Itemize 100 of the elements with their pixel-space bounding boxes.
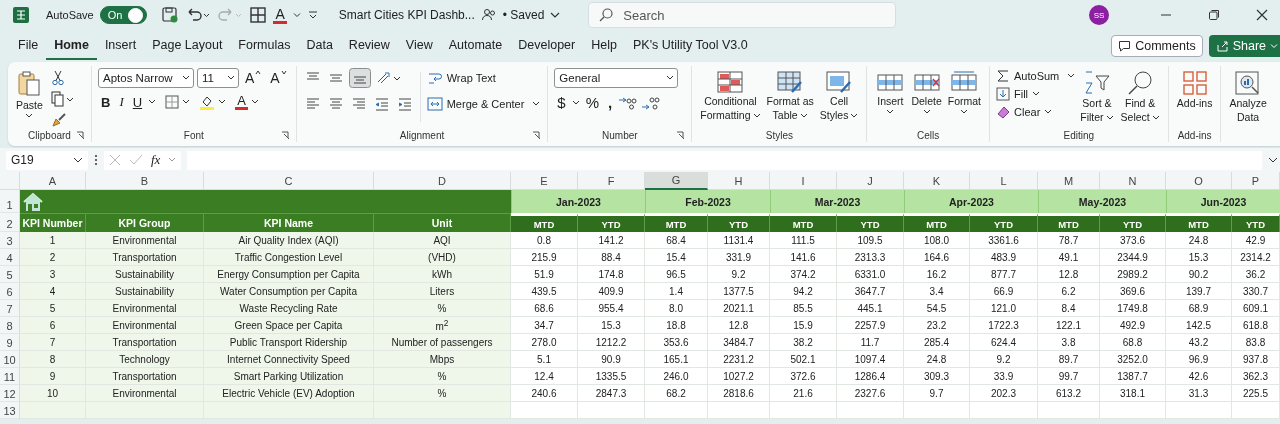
- number-format-field[interactable]: General: [554, 68, 679, 88]
- fill-color-icon[interactable]: [199, 94, 216, 110]
- expand-formula-icon[interactable]: [1268, 157, 1278, 163]
- column-header[interactable]: E: [511, 172, 578, 190]
- caret-icon[interactable]: [218, 99, 227, 105]
- row-number[interactable]: 11: [0, 368, 20, 385]
- cells-button[interactable]: Insert: [873, 68, 908, 117]
- close-icon[interactable]: [1256, 9, 1268, 21]
- caret-icon[interactable]: [148, 99, 157, 105]
- comments-button[interactable]: Comments: [1111, 35, 1203, 57]
- insert-function-button[interactable]: fx: [151, 152, 161, 168]
- analyze-data-button[interactable]: Analyze Data: [1227, 68, 1269, 126]
- font-name-field[interactable]: Aptos Narrow: [98, 68, 194, 88]
- row-number[interactable]: 6: [0, 283, 20, 300]
- check-icon[interactable]: [129, 154, 143, 166]
- find-select-button[interactable]: Find & Select: [1118, 68, 1162, 126]
- share-button[interactable]: Share: [1208, 35, 1280, 57]
- wrap-text-button[interactable]: Wrap Text: [425, 68, 542, 88]
- column-header[interactable]: F: [578, 172, 645, 190]
- name-box[interactable]: G19: [6, 150, 88, 170]
- percent-button[interactable]: %: [582, 94, 603, 111]
- scissors-icon[interactable]: [50, 70, 65, 86]
- row-number[interactable]: 10: [0, 351, 20, 368]
- clear-button[interactable]: Clear: [996, 104, 1076, 120]
- styles-button[interactable]: Format as Table: [764, 68, 816, 124]
- menu-tab[interactable]: Review: [340, 32, 398, 60]
- column-header[interactable]: L: [970, 172, 1038, 190]
- save-status[interactable]: • Saved: [502, 8, 545, 22]
- people-icon[interactable]: [480, 7, 497, 23]
- row-number[interactable]: 9: [0, 334, 20, 351]
- column-header[interactable]: M: [1038, 172, 1100, 190]
- row-number[interactable]: 12: [0, 385, 20, 402]
- menu-tab[interactable]: Automate: [440, 32, 511, 60]
- restore-icon[interactable]: [1208, 9, 1220, 21]
- menu-tab[interactable]: Help: [583, 32, 625, 60]
- column-header[interactable]: C: [204, 172, 374, 190]
- decrease-font-size-button[interactable]: A: [267, 70, 290, 86]
- menu-tab[interactable]: View: [397, 32, 441, 60]
- column-header[interactable]: G: [645, 172, 708, 190]
- menu-tab[interactable]: PK's Utility Tool V3.0: [624, 32, 756, 60]
- row-number[interactable]: 13: [0, 402, 20, 419]
- row-number[interactable]: 7: [0, 300, 20, 317]
- caret-icon[interactable]: [571, 99, 580, 106]
- merge-center-button[interactable]: Merge & Center: [425, 94, 542, 114]
- caret-icon[interactable]: [182, 99, 191, 105]
- add-ins-button[interactable]: Add-ins: [1174, 68, 1215, 112]
- row-number[interactable]: 5: [0, 266, 20, 283]
- cells-button[interactable]: Delete: [909, 68, 944, 117]
- search-field[interactable]: Search: [588, 2, 897, 28]
- fill-button[interactable]: Fill: [996, 86, 1076, 102]
- dialog-launcher-icon[interactable]: [280, 131, 290, 140]
- column-header[interactable]: B: [86, 172, 204, 190]
- dialog-launcher-icon[interactable]: [532, 131, 542, 140]
- styles-button[interactable]: Cell Styles: [817, 68, 861, 124]
- font-size-field[interactable]: 11: [197, 68, 239, 88]
- comma-style-button[interactable]: ,: [605, 94, 616, 111]
- column-header[interactable]: A: [20, 172, 86, 190]
- more-options-icon[interactable]: [94, 154, 98, 166]
- cells-button[interactable]: Format: [945, 68, 983, 117]
- column-header[interactable]: J: [837, 172, 904, 190]
- menu-tab[interactable]: Formulas: [230, 32, 299, 60]
- italic-button[interactable]: I: [116, 94, 127, 110]
- copy-icon[interactable]: [50, 91, 75, 107]
- column-header[interactable]: K: [904, 172, 970, 190]
- caret-icon[interactable]: [550, 10, 561, 20]
- styles-button[interactable]: Conditional Formatting: [698, 68, 763, 124]
- paste-button[interactable]: Paste: [14, 68, 45, 121]
- brush-icon[interactable]: [50, 112, 67, 128]
- column-header[interactable]: I: [770, 172, 837, 190]
- menu-tab[interactable]: Home: [46, 32, 97, 60]
- customize-toolbar-icon[interactable]: [306, 9, 319, 21]
- row-number[interactable]: 1: [0, 190, 20, 213]
- borders-icon[interactable]: [249, 6, 268, 24]
- sort-filter-button[interactable]: Sort & Filter: [1078, 68, 1116, 126]
- user-avatar[interactable]: SS: [1089, 5, 1109, 25]
- autosum-button[interactable]: AutoSum: [996, 68, 1076, 84]
- dialog-launcher-icon[interactable]: [76, 131, 85, 140]
- align-bottom-icon[interactable]: [348, 68, 371, 88]
- font-color-button[interactable]: A: [235, 94, 248, 110]
- home-icon[interactable]: [22, 191, 44, 212]
- menu-tab[interactable]: File: [10, 32, 47, 60]
- bold-button[interactable]: B: [98, 94, 114, 110]
- caret-icon[interactable]: [250, 99, 259, 105]
- increase-font-size-button[interactable]: A: [242, 70, 265, 86]
- row-number[interactable]: 8: [0, 317, 20, 334]
- dialog-launcher-icon[interactable]: [676, 131, 686, 140]
- column-header[interactable]: O: [1166, 172, 1232, 190]
- menu-tab[interactable]: Data: [298, 32, 341, 60]
- save-icon[interactable]: [161, 6, 180, 24]
- column-header[interactable]: P: [1232, 172, 1280, 190]
- row-number[interactable]: 2: [0, 213, 20, 232]
- column-header[interactable]: H: [708, 172, 770, 190]
- currency-button[interactable]: $: [554, 94, 569, 111]
- menu-tab[interactable]: Insert: [96, 32, 145, 60]
- menu-tab[interactable]: Developer: [510, 32, 584, 60]
- document-title[interactable]: Smart Cities KPI Dashb...: [338, 8, 475, 22]
- autosave-toggle[interactable]: On: [99, 6, 148, 24]
- column-header[interactable]: D: [374, 172, 511, 190]
- font-color-button[interactable]: A: [273, 6, 287, 24]
- decrease-decimal-icon[interactable]: [641, 94, 662, 111]
